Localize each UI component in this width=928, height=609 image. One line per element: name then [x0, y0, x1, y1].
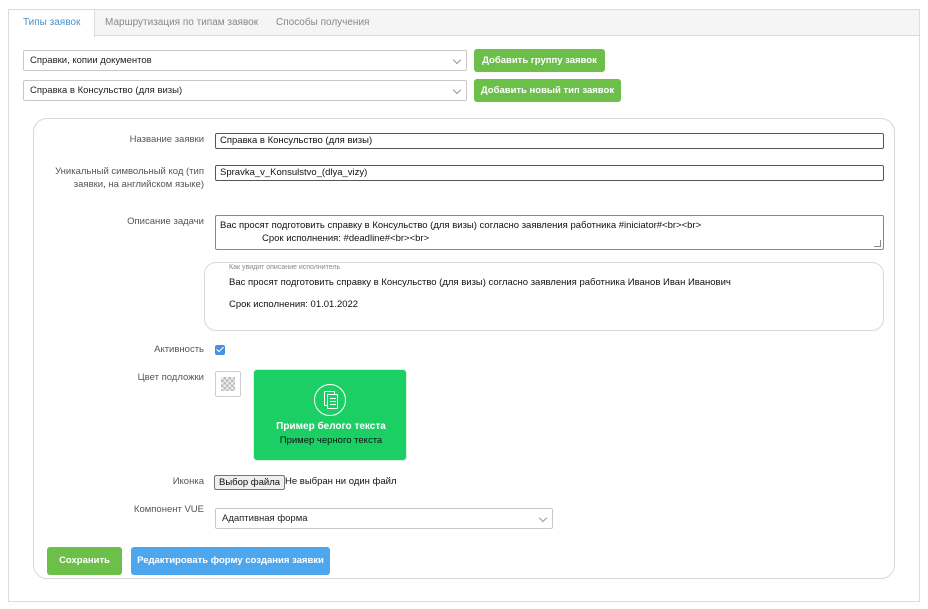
- name-input[interactable]: Справка в Консульство (для визы): [215, 133, 884, 149]
- vue-component-select[interactable]: Адаптивная форма: [215, 508, 553, 529]
- color-label: Цвет подложки: [137, 372, 204, 383]
- description-label: Описание задачи: [127, 216, 204, 227]
- description-textarea[interactable]: Вас просят подготовить справку в Консуль…: [215, 215, 884, 250]
- code-input[interactable]: Spravka_v_Konsulstvo_(dlya_vizy): [215, 165, 884, 181]
- save-button[interactable]: Сохранить: [47, 547, 122, 575]
- description-line1: Вас просят подготовить справку в Консуль…: [220, 220, 702, 231]
- color-sample: Пример белого текста Пример черного текс…: [253, 369, 407, 461]
- vue-label: Компонент VUE: [133, 504, 204, 515]
- code-label-line1: Уникальный символьный код (тип: [55, 166, 204, 177]
- type-select-value: Справка в Консульство (для визы): [30, 85, 183, 96]
- chevron-down-icon: [452, 85, 462, 95]
- sample-black-text: Пример черного текста: [279, 435, 383, 446]
- code-label: Уникальный символьный код (тип заявки, н…: [55, 165, 204, 191]
- active-checkbox[interactable]: [215, 345, 225, 355]
- tab-receiving-methods[interactable]: Способы получения: [262, 10, 383, 36]
- file-status: Не выбран ни один файл: [285, 476, 397, 487]
- document-icon: [314, 384, 346, 416]
- sample-white-text: Пример белого текста: [276, 421, 386, 432]
- main-frame: Типы заявок Маршрутизация по типам заяво…: [8, 9, 920, 602]
- vue-component-value: Адаптивная форма: [222, 513, 308, 524]
- icon-label: Иконка: [172, 476, 204, 487]
- transparent-pattern-icon: [221, 377, 235, 391]
- preview-line2: Срок исполнения: 01.01.2022: [229, 299, 359, 310]
- preview-caption: Как увидит описание исполнитель: [229, 264, 341, 271]
- add-group-button[interactable]: Добавить группу заявок: [474, 49, 605, 72]
- add-type-button[interactable]: Добавить новый тип заявок: [474, 79, 621, 102]
- choose-file-button[interactable]: Выбор файла: [214, 475, 286, 490]
- resize-handle-icon[interactable]: [874, 240, 881, 247]
- document-front: [327, 394, 338, 409]
- request-type-form: Название заявки Справка в Консульство (д…: [33, 118, 895, 579]
- preview-line1: Вас просят подготовить справку в Консуль…: [229, 277, 731, 288]
- tab-request-types[interactable]: Типы заявок: [9, 10, 96, 37]
- tab-bar: Типы заявок Маршрутизация по типам заяво…: [9, 10, 919, 37]
- edit-form-button[interactable]: Редактировать форму создания заявки: [131, 547, 330, 575]
- color-picker[interactable]: [215, 371, 241, 397]
- code-label-line2: заявки, на английском языке): [73, 179, 204, 190]
- tab-routing[interactable]: Маршрутизация по типам заявок: [91, 10, 272, 36]
- description-line2: Срок исполнения: #deadline#<br><br>: [262, 233, 430, 244]
- group-select-value: Справки, копии документов: [30, 55, 152, 66]
- active-label: Активность: [154, 344, 204, 355]
- type-select[interactable]: Справка в Консульство (для визы): [23, 80, 467, 101]
- document-line: [330, 401, 336, 402]
- chevron-down-icon: [452, 55, 462, 65]
- group-select[interactable]: Справки, копии документов: [23, 50, 467, 71]
- name-label: Название заявки: [129, 134, 204, 145]
- description-preview: Как увидит описание исполнитель Вас прос…: [204, 262, 884, 331]
- chevron-down-icon: [538, 513, 548, 523]
- document-line: [330, 404, 336, 405]
- document-line: [330, 398, 336, 399]
